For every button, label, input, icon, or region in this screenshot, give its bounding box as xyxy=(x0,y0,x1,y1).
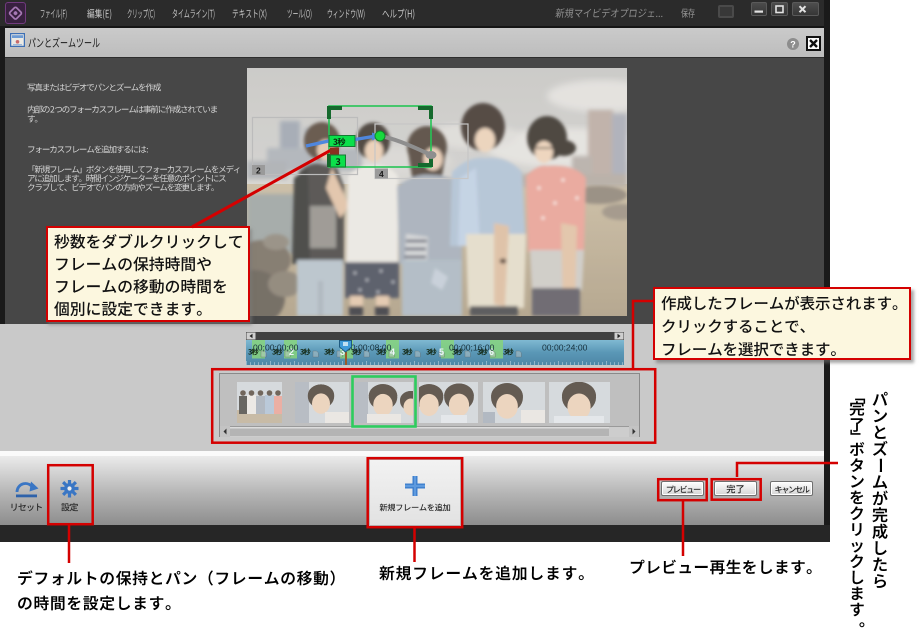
svg-text:00;00;24;00: 00;00;24;00 xyxy=(542,343,588,353)
svg-text:5: 5 xyxy=(439,347,444,357)
svg-text:00;00;16;00: 00;00;16;00 xyxy=(449,343,495,353)
svg-text:00;00;08;00: 00;00;08;00 xyxy=(346,343,392,353)
svg-text:2: 2 xyxy=(256,166,261,176)
svg-text:00;00;00;00: 00;00;00;00 xyxy=(253,343,299,353)
svg-text:4: 4 xyxy=(379,169,384,179)
svg-text:?: ? xyxy=(790,40,796,50)
